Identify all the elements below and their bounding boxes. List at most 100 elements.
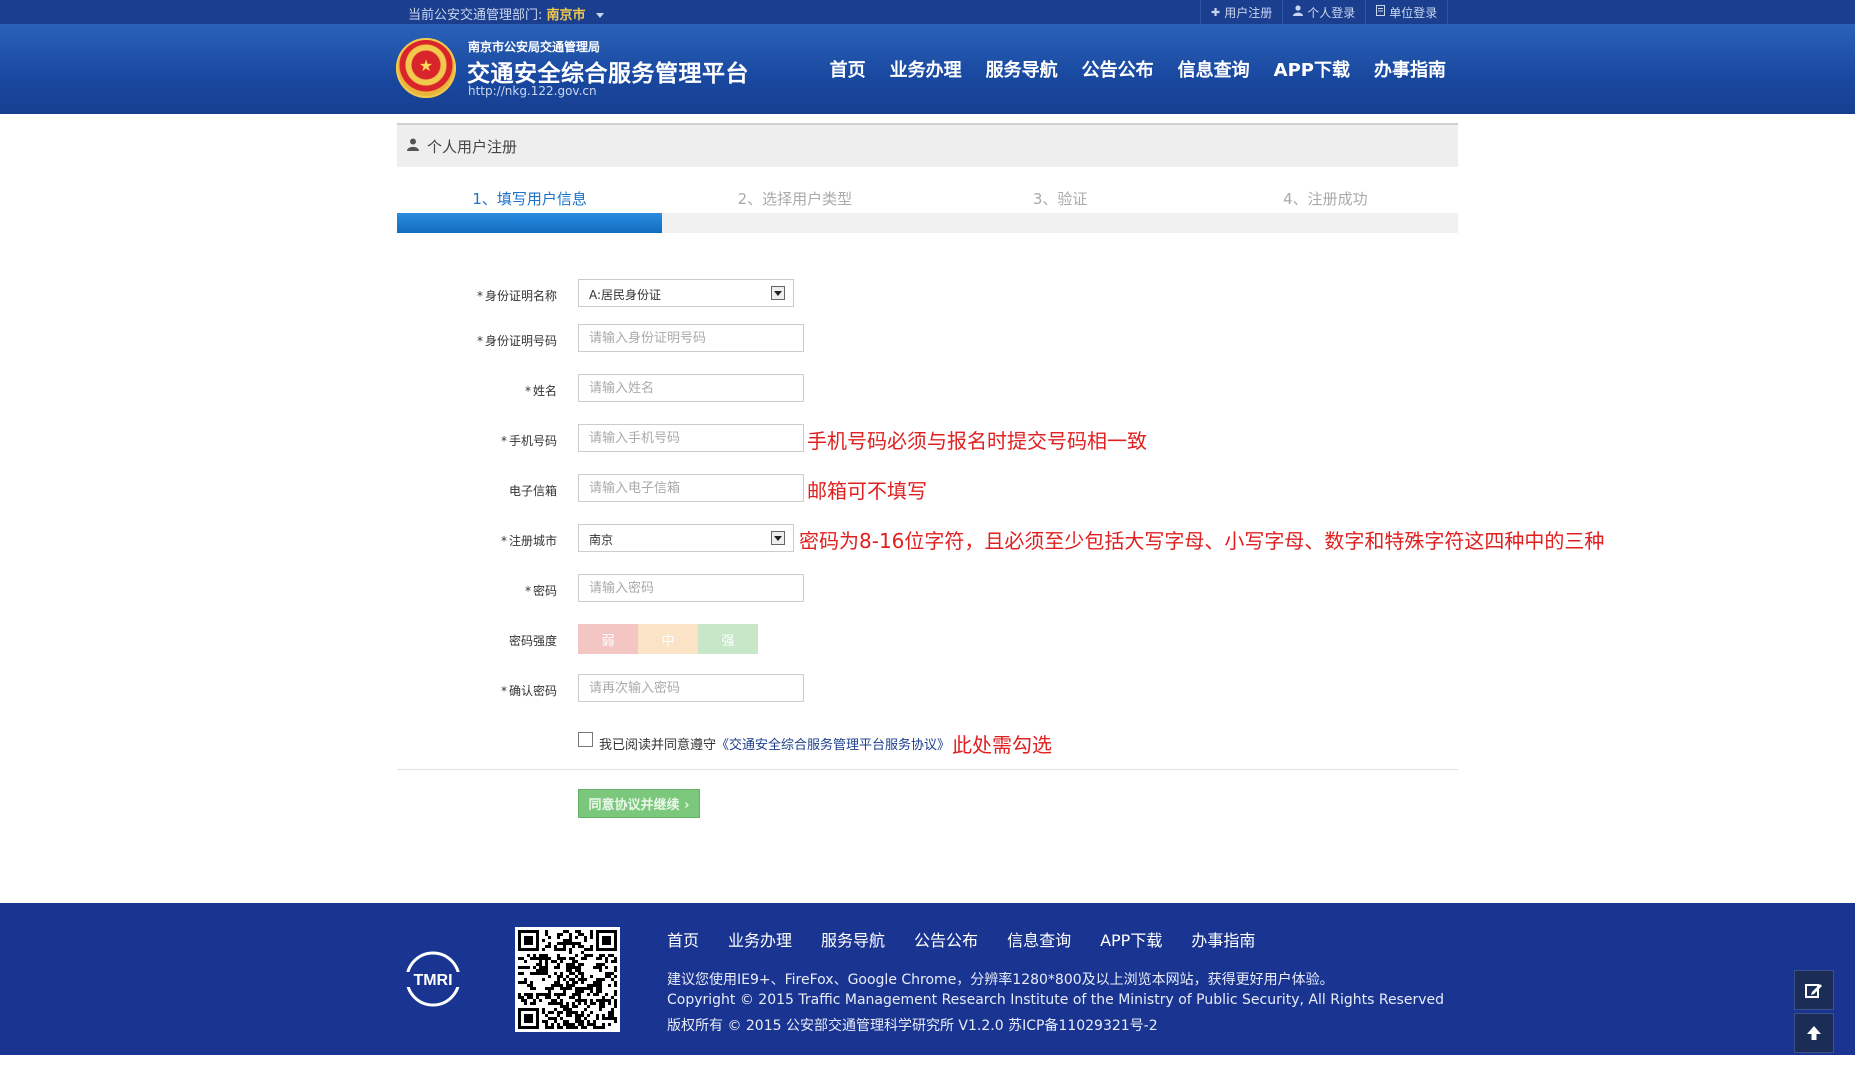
qr-code-graphic: [518, 930, 617, 1029]
tmri-logo-icon: TMRI: [405, 951, 461, 1007]
footer-copyright: Copyright © 2015 Traffic Management Rese…: [667, 992, 1444, 1008]
site-subtitle: 南京市公安局交通管理局: [468, 40, 601, 54]
form-divider: [397, 769, 1458, 770]
agree-continue-button[interactable]: 同意协议并继续 ›: [578, 789, 700, 818]
required-mark: *: [500, 684, 507, 698]
city-value: 南京: [589, 533, 614, 547]
city-select[interactable]: 南京: [578, 524, 794, 552]
city-label-text: 注册城市: [508, 534, 557, 548]
user-icon: [407, 138, 419, 155]
main-nav: 首页 业务办理 服务导航 公告公布 信息查询 APP下载 办事指南: [0, 56, 1458, 82]
arrow-up-icon: [1807, 1026, 1821, 1040]
site-url: http://nkg.122.gov.cn: [468, 84, 597, 98]
nav-service-guide[interactable]: 服务导航: [974, 56, 1070, 82]
panel-title: 个人用户注册: [397, 123, 1458, 167]
personal-login-link[interactable]: 个人登录: [1282, 0, 1365, 24]
nav-info-query[interactable]: 信息查询: [1166, 56, 1262, 82]
footer-nav-guide[interactable]: 办事指南: [1191, 927, 1255, 951]
user-icon: [1293, 5, 1304, 19]
name-label-text: 姓名: [532, 384, 557, 398]
panel-title-text: 个人用户注册: [427, 137, 518, 156]
city-label: * 注册城市: [397, 532, 557, 549]
agreement-annotation: 此处需勾选: [952, 733, 1053, 757]
step-3: 3、验证: [1032, 190, 1088, 208]
department-label: 当前公安交通管理部门:: [408, 8, 543, 23]
id-type-label: * 身份证明名称: [397, 287, 557, 304]
confirm-label-text: 确认密码: [508, 684, 557, 698]
phone-label: * 手机号码: [397, 432, 557, 449]
nav-announcements[interactable]: 公告公布: [1070, 56, 1166, 82]
agreement-text: 我已阅读并同意遵守: [599, 738, 717, 753]
register-link[interactable]: ✚ 用户注册: [1200, 0, 1282, 24]
account-links: ✚ 用户注册 个人登录 单位登录: [1200, 0, 1449, 24]
name-label: * 姓名: [397, 382, 557, 399]
confirm-password-input[interactable]: [578, 674, 804, 702]
register-link-label: 用户注册: [1224, 5, 1273, 20]
step-1: 1、填写用户信息: [472, 190, 587, 208]
footer-nav-app-download[interactable]: APP下载: [1100, 927, 1162, 951]
footer-nav-service-guide[interactable]: 服务导航: [821, 927, 885, 951]
department-city[interactable]: 南京市: [547, 8, 586, 23]
site-footer: TMRI 首页 业务办理 服务导航 公告公布 信息查询 APP下载 办事指南 建…: [0, 903, 1855, 1055]
agreement-checkbox[interactable]: [578, 732, 593, 747]
footer-nav-announcements[interactable]: 公告公布: [914, 927, 978, 951]
password-strength-meter: 弱 中 强: [578, 624, 758, 654]
dropdown-arrow-icon[interactable]: [771, 286, 785, 300]
footer-nav-info-query[interactable]: 信息查询: [1007, 927, 1071, 951]
site-header: ★ 南京市公安局交通管理局 交通安全综合服务管理平台 http://nkg.12…: [0, 24, 1855, 114]
form-row-phone: *手机号码 手机号码必须与报名时提交号码相一致: [397, 424, 1797, 454]
agreement-row: 我已阅读并同意遵守 《交通安全综合服务管理平台服务协议》 此处需勾选: [578, 729, 1052, 758]
step-progress-bar: [397, 213, 1458, 233]
step-2: 2、选择用户类型: [737, 190, 853, 208]
id-type-label-text: 身份证明名称: [484, 289, 557, 303]
agreement-link[interactable]: 《交通安全综合服务管理平台服务协议》: [716, 734, 950, 753]
top-strip: 当前公安交通管理部门: 南京市 ✚ 用户注册 个人登录 单位登录: [0, 0, 1855, 24]
feedback-button[interactable]: [1794, 970, 1834, 1010]
back-to-top-button[interactable]: [1794, 1013, 1834, 1053]
footer-nav-home[interactable]: 首页: [667, 927, 699, 951]
phone-input[interactable]: [578, 424, 804, 452]
strength-medium: 中: [638, 624, 698, 654]
nav-guide[interactable]: 办事指南: [1362, 56, 1458, 82]
form-row-strength: 密码强度 弱 中 强: [397, 624, 1797, 654]
strength-weak: 弱: [578, 624, 638, 654]
form-row-password: * 密码: [397, 574, 1797, 604]
email-label: 电子信箱: [508, 484, 557, 498]
unit-login-link[interactable]: 单位登录: [1365, 0, 1449, 24]
form-row-email: 电子信箱 邮箱可不填写: [397, 474, 1797, 504]
footer-nav-business[interactable]: 业务办理: [728, 927, 792, 951]
name-input[interactable]: [578, 374, 804, 402]
required-mark: *: [476, 334, 483, 348]
required-mark: *: [476, 289, 483, 303]
department-selector[interactable]: 当前公安交通管理部门: 南京市: [408, 4, 604, 23]
required-mark: *: [524, 584, 531, 598]
plus-icon: ✚: [1211, 5, 1221, 19]
id-type-value: A:居民身份证: [589, 288, 662, 302]
footer-license: 版权所有 © 2015 公安部交通管理科学研究所 V1.2.0 苏ICP备110…: [667, 1018, 1158, 1034]
document-icon: [1376, 5, 1386, 19]
caret-down-icon[interactable]: [595, 13, 604, 18]
edit-icon: [1805, 984, 1822, 998]
email-annotation: 邮箱可不填写: [807, 479, 927, 503]
strength-strong: 强: [698, 624, 758, 654]
password-input[interactable]: [578, 574, 804, 602]
tmri-logo-text: TMRI: [413, 972, 452, 989]
form-row-confirm: * 确认密码: [397, 674, 1797, 704]
nav-app-download[interactable]: APP下载: [1262, 56, 1362, 82]
password-label: * 密码: [397, 582, 557, 599]
password-label-text: 密码: [532, 584, 557, 598]
unit-login-label: 单位登录: [1389, 5, 1438, 20]
id-number-label: * 身份证明号码: [397, 332, 557, 349]
personal-login-label: 个人登录: [1307, 5, 1356, 20]
phone-label-text: 手机号码: [508, 434, 557, 448]
nav-business[interactable]: 业务办理: [878, 56, 974, 82]
form-row-id-type: * 身份证明名称 A:居民身份证: [397, 279, 1797, 309]
step-progress-fill: [397, 213, 663, 233]
dropdown-arrow-icon[interactable]: [771, 531, 785, 545]
required-mark: *: [500, 534, 507, 548]
email-input[interactable]: [578, 474, 804, 502]
id-type-select[interactable]: A:居民身份证: [578, 279, 794, 307]
password-annotation: 密码为8-16位字符，且必须至少包括大写字母、小写字母、数字和特殊字符这四种中的…: [799, 529, 1605, 553]
nav-home[interactable]: 首页: [818, 56, 878, 82]
id-number-input[interactable]: [578, 324, 804, 352]
